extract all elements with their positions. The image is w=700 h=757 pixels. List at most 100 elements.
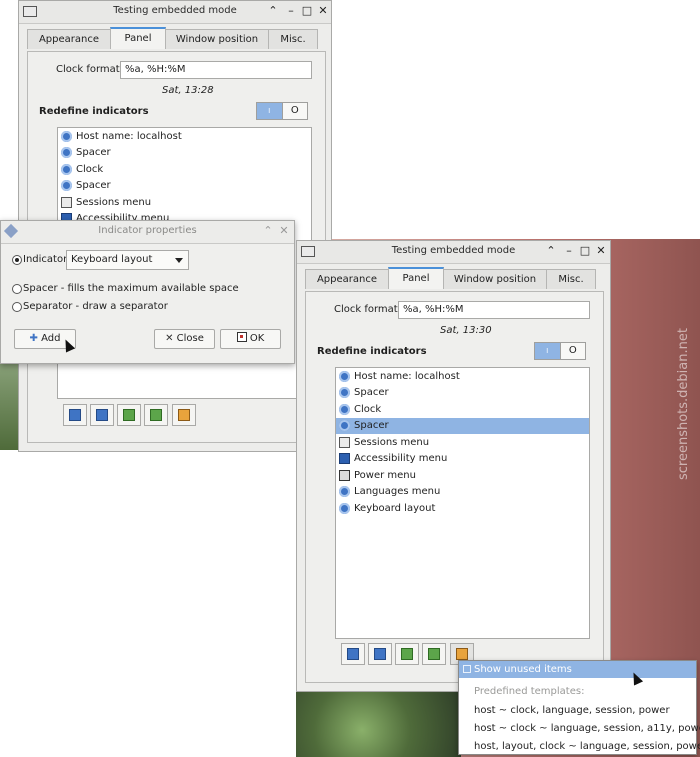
- spacer-radio-label: Spacer - fills the maximum available spa…: [23, 283, 239, 294]
- close-button[interactable]: ✕: [316, 4, 330, 18]
- toggle-off: O: [560, 343, 585, 359]
- redefine-indicators-label: Redefine indicators: [317, 346, 427, 357]
- show-unused-label: Show unused items: [474, 664, 572, 675]
- tab-misc[interactable]: Misc.: [268, 29, 318, 49]
- indicator-radio[interactable]: [12, 255, 22, 265]
- plus-icon: ✚: [29, 333, 38, 344]
- move-up-button[interactable]: [395, 643, 419, 665]
- tab-bar: Appearance Panel Window position Misc.: [305, 267, 596, 291]
- tab-panel[interactable]: Panel: [110, 27, 166, 49]
- remove-item-button[interactable]: [90, 404, 114, 426]
- list-item-selected[interactable]: Spacer: [336, 418, 589, 434]
- tab-bar: Appearance Panel Window position Misc.: [27, 27, 318, 51]
- gear-icon: [339, 486, 350, 497]
- tab-misc[interactable]: Misc.: [546, 269, 596, 289]
- minimize-button[interactable]: –: [562, 244, 576, 258]
- titlebar[interactable]: Testing embedded mode ⌃ – □ ✕: [19, 1, 331, 24]
- template-item[interactable]: host, layout, clock ~ language, session,…: [459, 738, 700, 756]
- gear-icon: [339, 503, 350, 514]
- template-item[interactable]: host ~ clock ~ language, session, a11y, …: [459, 720, 700, 738]
- spacer-radio[interactable]: [12, 284, 22, 294]
- plus-icon: [347, 648, 359, 660]
- move-up-button[interactable]: [117, 404, 141, 426]
- indicator-select[interactable]: Keyboard layout: [66, 250, 189, 270]
- dialog-close-button[interactable]: ✕: [277, 224, 291, 238]
- power-icon: [339, 470, 350, 481]
- tab-panel[interactable]: Panel: [388, 267, 444, 289]
- separator-radio[interactable]: [12, 302, 22, 312]
- minus-icon: [96, 409, 108, 421]
- shade-button[interactable]: ⌃: [544, 244, 558, 258]
- list-item[interactable]: Spacer: [58, 145, 311, 161]
- redefine-toggle[interactable]: ı O: [256, 102, 308, 120]
- separator-radio-label: Separator - draw a separator: [23, 301, 168, 312]
- tab-window-position[interactable]: Window position: [443, 269, 547, 289]
- redefine-toggle[interactable]: ı O: [534, 342, 586, 360]
- list-item[interactable]: Keyboard layout: [336, 501, 589, 517]
- sessions-icon: [339, 437, 350, 448]
- ok-button-label: OK: [249, 333, 265, 344]
- gear-icon: [339, 420, 350, 431]
- list-item[interactable]: Host name: localhost: [336, 369, 589, 385]
- close-button[interactable]: ✕: [594, 244, 608, 258]
- toggle-on: ı: [535, 343, 561, 359]
- maximize-button[interactable]: □: [578, 244, 592, 258]
- templates-button[interactable]: [172, 404, 196, 426]
- close-dialog-button[interactable]: ✕ Close: [154, 329, 215, 349]
- shade-button[interactable]: ⌃: [266, 4, 280, 18]
- list-item[interactable]: Clock: [58, 162, 311, 178]
- show-unused-items[interactable]: Show unused items: [459, 661, 696, 678]
- clock-preview: Sat, 13:30: [440, 325, 492, 336]
- panel-page: Clock format: %a, %H:%M Sat, 13:30 Redef…: [305, 291, 604, 683]
- close-icon: ✕: [165, 333, 174, 344]
- checkbox-icon: [463, 665, 471, 673]
- titlebar[interactable]: Testing embedded mode ⌃ – □ ✕: [297, 241, 610, 264]
- add-item-button[interactable]: [341, 643, 365, 665]
- clock-format-input[interactable]: %a, %H:%M: [120, 61, 312, 79]
- tab-appearance[interactable]: Appearance: [27, 29, 111, 49]
- indicator-list[interactable]: Host name: localhost Spacer Clock Spacer…: [335, 367, 590, 639]
- maximize-button[interactable]: □: [300, 4, 314, 18]
- clock-format-label: Clock format:: [334, 304, 402, 315]
- list-item[interactable]: Power menu: [336, 468, 589, 484]
- list-item[interactable]: Sessions menu: [58, 195, 311, 211]
- add-button-label: Add: [41, 333, 61, 344]
- list-item[interactable]: Sessions menu: [336, 435, 589, 451]
- list-item[interactable]: Host name: localhost: [58, 129, 311, 145]
- dialog-shade-button[interactable]: ⌃: [261, 224, 275, 238]
- remove-item-button[interactable]: [368, 643, 392, 665]
- dialog-titlebar[interactable]: Indicator properties ⌃ ✕: [1, 221, 294, 244]
- tab-appearance[interactable]: Appearance: [305, 269, 389, 289]
- minimize-button[interactable]: –: [284, 4, 298, 18]
- gear-icon: [61, 180, 72, 191]
- move-down-button[interactable]: [422, 643, 446, 665]
- list-item[interactable]: Spacer: [58, 178, 311, 194]
- list-item[interactable]: Spacer: [336, 385, 589, 401]
- wallpaper-plants: [296, 690, 461, 757]
- gear-icon: [61, 131, 72, 142]
- gear-icon: [339, 371, 350, 382]
- ok-button[interactable]: OK: [220, 329, 281, 349]
- clock-format-label: Clock format:: [56, 64, 124, 75]
- list-item[interactable]: Languages menu: [336, 484, 589, 500]
- add-item-button[interactable]: [63, 404, 87, 426]
- tab-window-position[interactable]: Window position: [165, 29, 269, 49]
- move-down-button[interactable]: [144, 404, 168, 426]
- arrow-up-icon: [123, 409, 135, 421]
- arrow-down-icon: [150, 409, 162, 421]
- clock-format-input[interactable]: %a, %H:%M: [398, 301, 590, 319]
- template-item[interactable]: host ~ clock, language, session, power: [459, 702, 696, 720]
- list-item[interactable]: Accessibility menu: [336, 451, 589, 467]
- close-button-label: Close: [176, 333, 204, 344]
- list-item[interactable]: Clock: [336, 402, 589, 418]
- predefined-templates-header: Predefined templates:: [474, 686, 585, 697]
- indicator-properties-dialog: Indicator properties ⌃ ✕ Indicator Keybo…: [0, 220, 295, 364]
- sessions-icon: [61, 197, 72, 208]
- watermark: screenshots.debian.net: [676, 328, 691, 480]
- gear-icon: [339, 404, 350, 415]
- templates-popup-menu: Show unused items Predefined templates: …: [458, 660, 700, 756]
- template-icon: [456, 648, 468, 660]
- ok-icon: [236, 332, 247, 342]
- minus-icon: [374, 648, 386, 660]
- toggle-on: ı: [257, 103, 283, 119]
